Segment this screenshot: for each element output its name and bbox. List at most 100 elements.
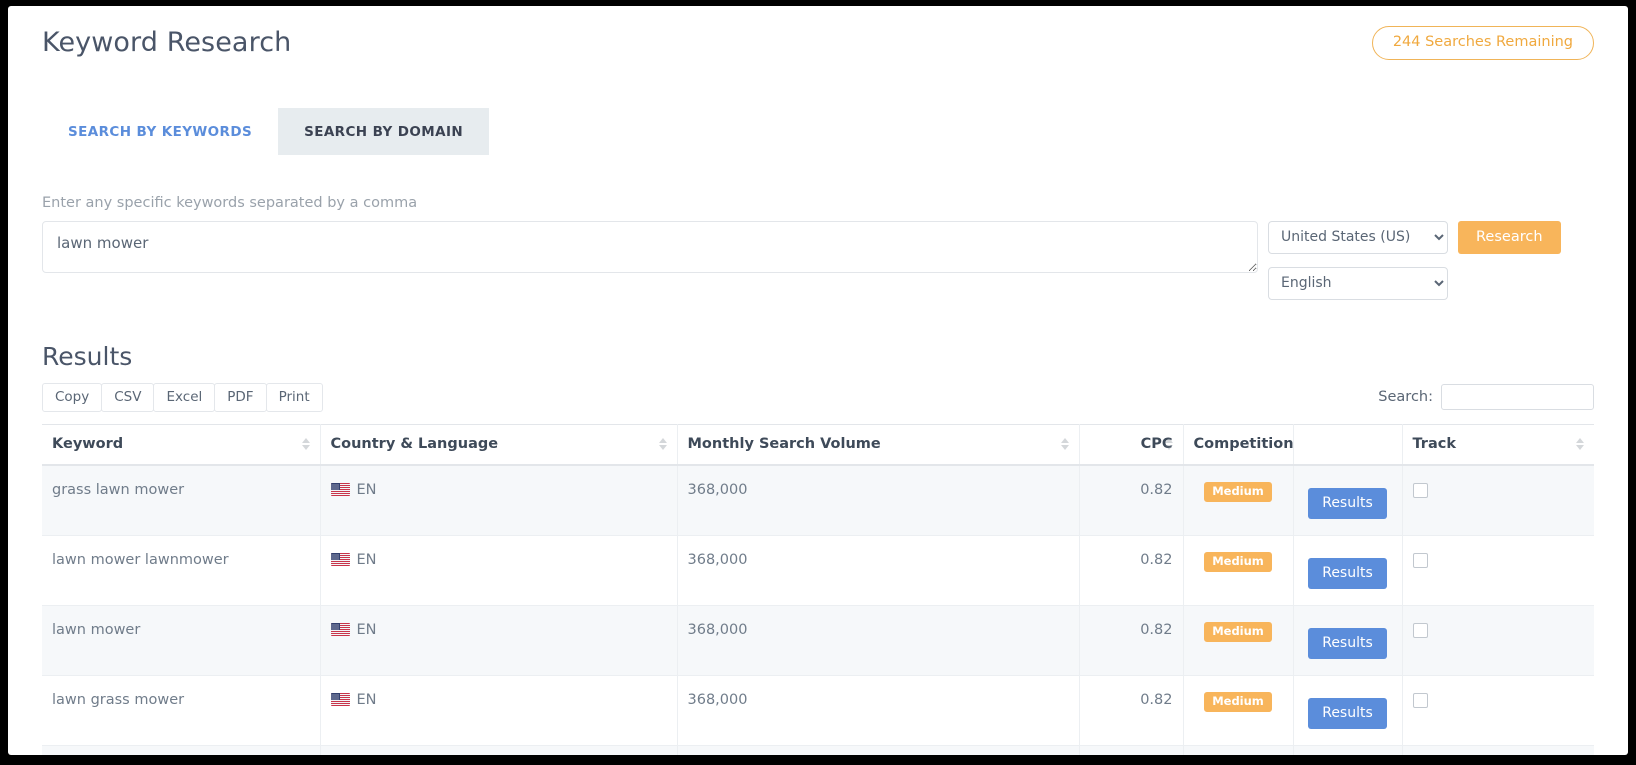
sort-icon[interactable] [301, 437, 312, 451]
cell-competition: Medium [1183, 605, 1294, 676]
col-header-monthly-search-volume[interactable]: Monthly Search Volume [677, 423, 1080, 466]
col-label-track: Track [1412, 435, 1456, 452]
track-checkbox[interactable] [1412, 552, 1428, 568]
cell-actions: Results [1293, 605, 1403, 676]
results-heading: Results [42, 341, 133, 371]
print-button[interactable]: Print [265, 382, 323, 412]
cell-monthly-search-volume: 368,000 [677, 675, 1080, 746]
cell-country-language: EN [320, 745, 678, 755]
competition-badge: Medium [1204, 691, 1272, 712]
competition-badge: Medium [1204, 551, 1272, 572]
cell-competition: Medium [1183, 464, 1294, 536]
col-label-monthly-search-volume: Monthly Search Volume [687, 435, 881, 452]
sort-icon[interactable] [658, 437, 669, 451]
col-header-competition[interactable]: Competition [1183, 423, 1294, 466]
us-flag-icon [330, 553, 350, 566]
cell-cpc: 0.82 [1079, 605, 1184, 676]
cell-cpc: 0.82 [1079, 745, 1184, 755]
col-header-country-language[interactable]: Country & Language [320, 423, 678, 466]
cell-actions: Results [1293, 535, 1403, 606]
sort-icon[interactable] [1164, 437, 1175, 451]
cell-country-language: EN [320, 535, 678, 606]
cell-track [1402, 745, 1594, 755]
search-form-row: United States (US) English Research [42, 220, 1594, 300]
cell-cpc: 0.82 [1079, 675, 1184, 746]
cell-keyword: lawn mower [42, 605, 321, 676]
table-head: Keyword Country & Language Monthly Searc… [42, 423, 1594, 466]
col-header-actions [1293, 423, 1403, 466]
tab-search-by-domain[interactable]: SEARCH BY DOMAIN [278, 107, 490, 155]
track-checkbox[interactable] [1412, 622, 1428, 638]
screenshot-frame: Keyword Research 244 Searches Remaining … [0, 0, 1636, 765]
cell-competition: Medium [1183, 535, 1294, 606]
language-code: EN [356, 691, 377, 708]
col-label-competition: Competition [1193, 435, 1294, 452]
us-flag-icon [330, 623, 350, 636]
competition-badge: Medium [1204, 481, 1272, 502]
page-header: Keyword Research 244 Searches Remaining [42, 6, 1594, 60]
tab-search-by-keywords[interactable]: SEARCH BY KEYWORDS [42, 108, 278, 155]
track-checkbox[interactable] [1412, 692, 1428, 708]
table-toolbar: Copy CSV Excel PDF Print Search: [42, 382, 1594, 412]
track-checkbox[interactable] [1412, 482, 1428, 498]
us-flag-icon [330, 693, 350, 706]
cell-keyword: lawn grass mower [42, 675, 321, 746]
country-select[interactable]: United States (US) [1268, 220, 1448, 254]
cell-keyword: lawn mower s [42, 745, 321, 755]
cell-country-language: EN [320, 464, 678, 536]
table-search: Search: [1378, 384, 1594, 410]
language-select[interactable]: English [1268, 266, 1448, 300]
table-search-label: Search: [1378, 389, 1433, 405]
language-code: EN [356, 551, 377, 568]
cell-monthly-search-volume: 368,000 [677, 464, 1080, 536]
cell-track [1402, 535, 1594, 606]
keyword-results-table: Keyword Country & Language Monthly Searc… [42, 423, 1594, 755]
export-button-group: Copy CSV Excel PDF Print [42, 382, 323, 412]
excel-button[interactable]: Excel [153, 382, 216, 412]
table-row: lawn mower EN 368,000 0.82 Medium Results [42, 605, 1594, 676]
cell-cpc: 0.82 [1079, 464, 1184, 536]
cell-monthly-search-volume: 368,000 [677, 535, 1080, 606]
col-label-keyword: Keyword [52, 435, 124, 452]
col-header-keyword[interactable]: Keyword [42, 423, 321, 466]
sort-icon[interactable] [1060, 437, 1071, 451]
col-header-track[interactable]: Track [1402, 423, 1594, 466]
csv-button[interactable]: CSV [101, 382, 155, 412]
table-body: grass lawn mower EN 368,000 0.82 Medium Resul… [42, 464, 1594, 755]
row-results-button[interactable]: Results [1308, 487, 1387, 519]
cell-cpc: 0.82 [1079, 535, 1184, 606]
row-results-button[interactable]: Results [1308, 557, 1387, 589]
col-header-cpc[interactable]: CPC [1079, 423, 1184, 466]
row-results-button[interactable]: Results [1308, 627, 1387, 659]
cell-monthly-search-volume: 368,000 [677, 605, 1080, 676]
table-search-input[interactable] [1441, 384, 1594, 410]
table-row: lawn mower lawnmower EN 368,000 0.82 Medium R… [42, 535, 1594, 606]
cell-track [1402, 605, 1594, 676]
cell-keyword: lawn mower lawnmower [42, 535, 321, 606]
language-code: EN [356, 481, 377, 498]
cell-actions: Results [1293, 675, 1403, 746]
pdf-button[interactable]: PDF [214, 382, 267, 412]
research-button[interactable]: Research [1458, 220, 1561, 254]
cell-keyword: grass lawn mower [42, 464, 321, 536]
table-row: lawn grass mower EN 368,000 0.82 Medium Resul… [42, 675, 1594, 746]
sort-icon[interactable] [1576, 437, 1586, 451]
competition-badge: Medium [1204, 621, 1272, 642]
us-flag-icon [330, 483, 350, 496]
table-row: grass lawn mower EN 368,000 0.82 Medium Resul… [42, 464, 1594, 536]
copy-button[interactable]: Copy [42, 382, 103, 412]
keywords-input[interactable] [42, 220, 1258, 273]
language-code: EN [356, 621, 377, 638]
keywords-field-label: Enter any specific keywords separated by… [42, 194, 418, 211]
search-mode-tabs: SEARCH BY KEYWORDS SEARCH BY DOMAIN [42, 107, 1594, 155]
cell-actions: Results [1293, 745, 1403, 755]
locale-selects: United States (US) English [1268, 220, 1448, 300]
cell-track [1402, 675, 1594, 746]
cell-country-language: EN [320, 605, 678, 676]
cell-competition: Medium [1183, 745, 1294, 755]
cell-actions: Results [1293, 464, 1403, 536]
row-results-button[interactable]: Results [1308, 697, 1387, 729]
cell-competition: Medium [1183, 675, 1294, 746]
cell-country-language: EN [320, 675, 678, 746]
searches-remaining-badge[interactable]: 244 Searches Remaining [1371, 26, 1594, 60]
